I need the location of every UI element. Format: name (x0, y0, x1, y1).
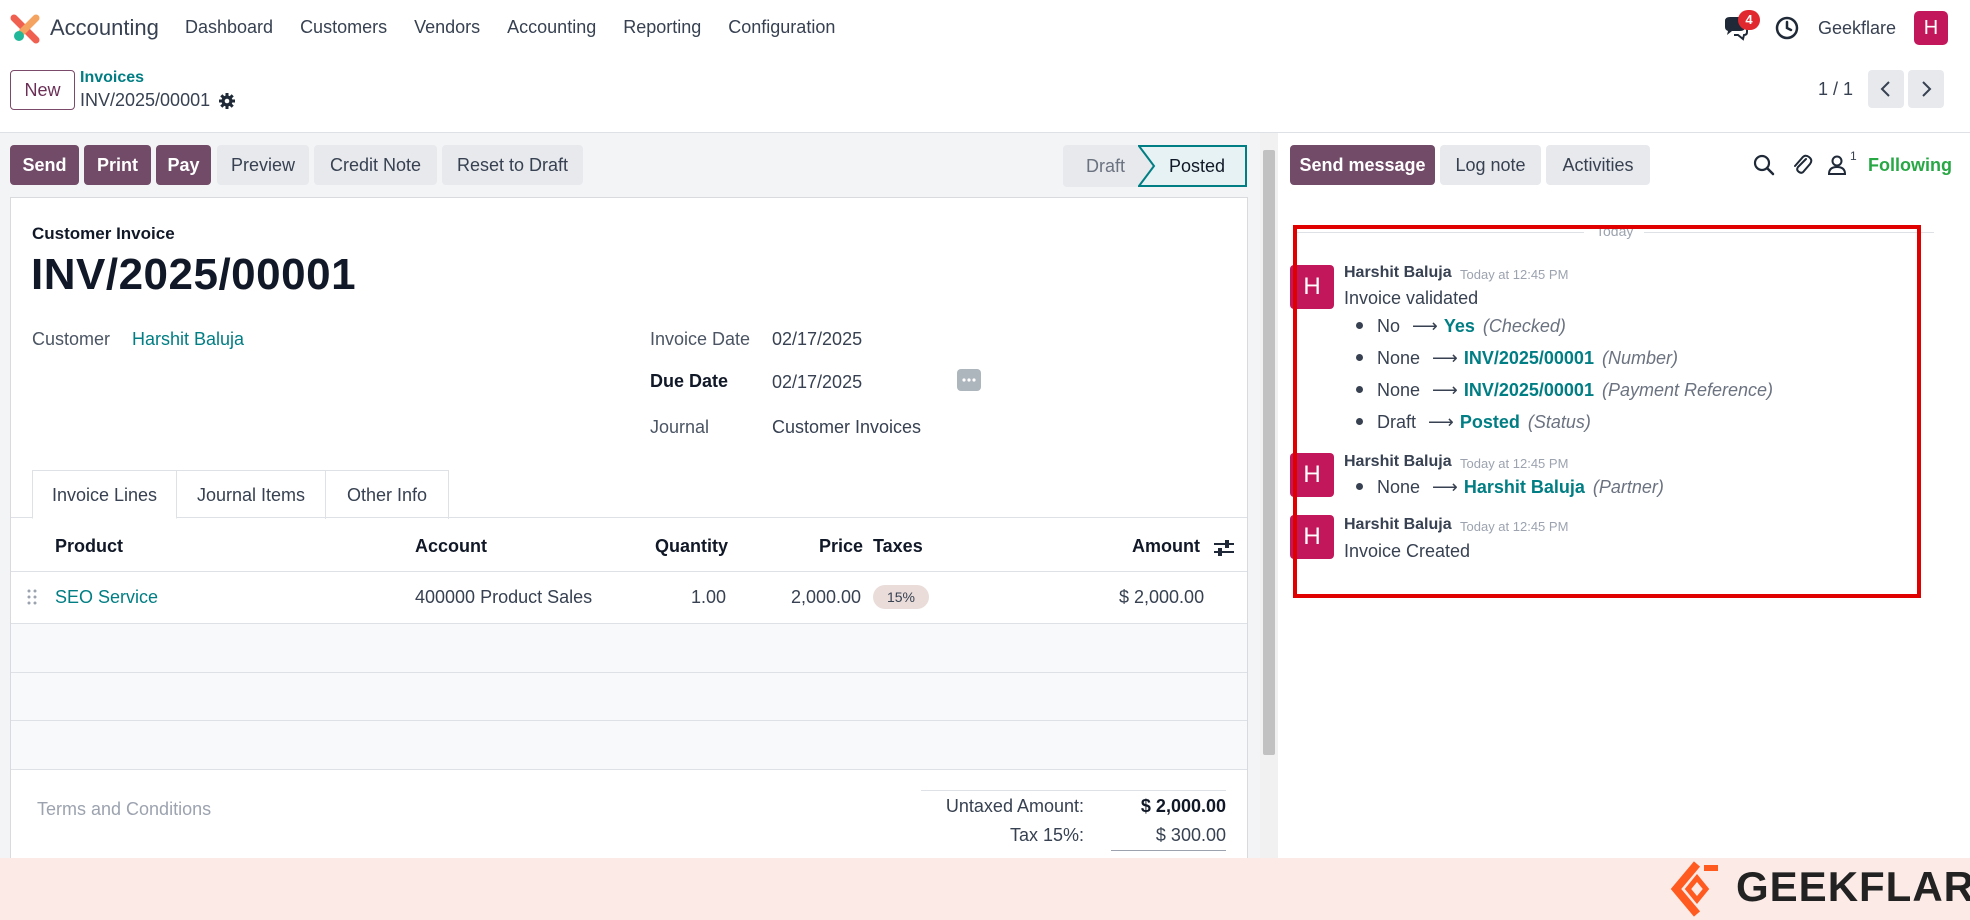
line-quantity[interactable]: 1.00 (691, 587, 726, 608)
send-button[interactable]: Send (10, 145, 79, 185)
column-account[interactable]: Account (415, 536, 487, 557)
accounting-app-icon[interactable] (10, 14, 40, 44)
credit-note-button[interactable]: Credit Note (314, 145, 437, 185)
follower-count: 1 (1850, 149, 1857, 163)
due-date-field[interactable]: 02/17/2025 (772, 372, 862, 393)
empty-row (11, 673, 1247, 721)
untaxed-amount-label: Untaxed Amount: (945, 796, 1084, 816)
invoice-date-label: Invoice Date (650, 329, 751, 349)
more-dots-icon (962, 378, 976, 382)
new-button[interactable]: New (10, 70, 75, 110)
send-message-button[interactable]: Send message (1290, 145, 1435, 185)
journal-label: Journal (650, 417, 710, 437)
pager-value[interactable]: 1 / 1 (1818, 79, 1853, 100)
invoice-date-field[interactable]: 02/17/2025 (772, 329, 862, 350)
tab-journal-items[interactable]: Journal Items (177, 470, 326, 519)
chevron-left-icon (1880, 81, 1890, 97)
form-scrollbar-thumb[interactable] (1263, 150, 1275, 755)
followers-icon[interactable] (1826, 153, 1850, 177)
log-note-button[interactable]: Log note (1440, 145, 1541, 185)
column-taxes[interactable]: Taxes (873, 536, 923, 557)
line-product[interactable]: SEO Service (55, 587, 158, 608)
header-row-divider (11, 571, 1247, 572)
nav-accounting[interactable]: Accounting (507, 17, 596, 38)
line-price[interactable]: 2,000.00 (791, 587, 861, 608)
activities-button[interactable]: Activities (1546, 145, 1650, 185)
breadcrumb-invoices[interactable]: Invoices (80, 69, 144, 87)
chevron-right-icon (1922, 81, 1932, 97)
document-type: Customer Invoice (32, 224, 175, 243)
tax-value: $ 300.00 (1155, 825, 1226, 845)
app-name[interactable]: Accounting (50, 15, 159, 41)
messages-button[interactable]: 4 (1722, 10, 1760, 43)
drag-handle-icon[interactable] (27, 588, 37, 606)
company-switcher[interactable]: Geekflare (1818, 18, 1896, 39)
customer-label: Customer (32, 329, 111, 349)
following-button[interactable]: Following (1868, 155, 1952, 176)
breadcrumb-current: INV/2025/00001 (80, 90, 211, 110)
status-posted[interactable]: Posted (1169, 145, 1225, 187)
pager-next-button[interactable] (1908, 70, 1944, 108)
line-account[interactable]: 400000 Product Sales (415, 587, 592, 608)
preview-button[interactable]: Preview (217, 145, 309, 185)
customer-link[interactable]: Harshit Baluja (132, 329, 244, 350)
paperclip-icon[interactable] (1790, 153, 1814, 177)
tab-invoice-lines[interactable]: Invoice Lines (32, 470, 177, 519)
untaxed-amount-value: $ 2,000.00 (1140, 796, 1226, 816)
journal-field[interactable]: Customer Invoices (772, 417, 921, 438)
user-avatar[interactable]: H (1914, 11, 1948, 45)
pay-button[interactable]: Pay (156, 145, 211, 185)
tab-other-info[interactable]: Other Info (326, 470, 449, 519)
reset-to-draft-button[interactable]: Reset to Draft (442, 145, 583, 185)
line-amount: $ 2,000.00 (1119, 587, 1205, 607)
payment-terms-button[interactable] (957, 369, 981, 391)
top-navbar: Accounting Dashboard Customers Vendors A… (0, 0, 1970, 58)
geekflare-watermark-text: GEEKFLARE (1736, 863, 1970, 910)
column-price[interactable]: Price (819, 536, 863, 557)
empty-row (11, 721, 1247, 769)
nav-reporting[interactable]: Reporting (623, 17, 701, 38)
column-product[interactable]: Product (55, 536, 123, 557)
highlight-annotation-box (1293, 225, 1921, 598)
row-divider (11, 769, 1247, 770)
terms-and-conditions-field[interactable]: Terms and Conditions (37, 799, 211, 820)
search-icon[interactable] (1752, 153, 1776, 177)
nav-customers[interactable]: Customers (300, 17, 387, 38)
print-button[interactable]: Print (84, 145, 151, 185)
column-amount[interactable]: Amount (1132, 536, 1200, 557)
invoice-number-title: INV/2025/00001 (31, 250, 357, 299)
nav-dashboard[interactable]: Dashboard (185, 17, 273, 38)
empty-row (11, 624, 1247, 672)
clock-icon[interactable] (1774, 15, 1800, 41)
column-quantity[interactable]: Quantity (655, 536, 728, 557)
pager-previous-button[interactable] (1868, 70, 1904, 108)
line-tax-badge[interactable]: 15% (873, 585, 929, 609)
status-bar: Draft Posted (1063, 145, 1247, 187)
invoice-sheet: Customer Invoice INV/2025/00001 Customer… (10, 197, 1248, 858)
nav-vendors[interactable]: Vendors (414, 17, 480, 38)
gear-icon[interactable] (218, 92, 236, 110)
tax-underline (1111, 850, 1226, 851)
totals-divider (921, 790, 1226, 791)
message-count-badge: 4 (1737, 10, 1760, 30)
geekflare-logo-icon (1670, 861, 1718, 917)
optional-columns-icon[interactable] (1213, 538, 1235, 558)
nav-configuration[interactable]: Configuration (728, 17, 835, 38)
notebook-tabs: Invoice Lines Journal Items Other Info (11, 470, 1247, 519)
tax-label: Tax 15%: (1009, 825, 1084, 845)
due-date-label: Due Date (650, 371, 729, 391)
